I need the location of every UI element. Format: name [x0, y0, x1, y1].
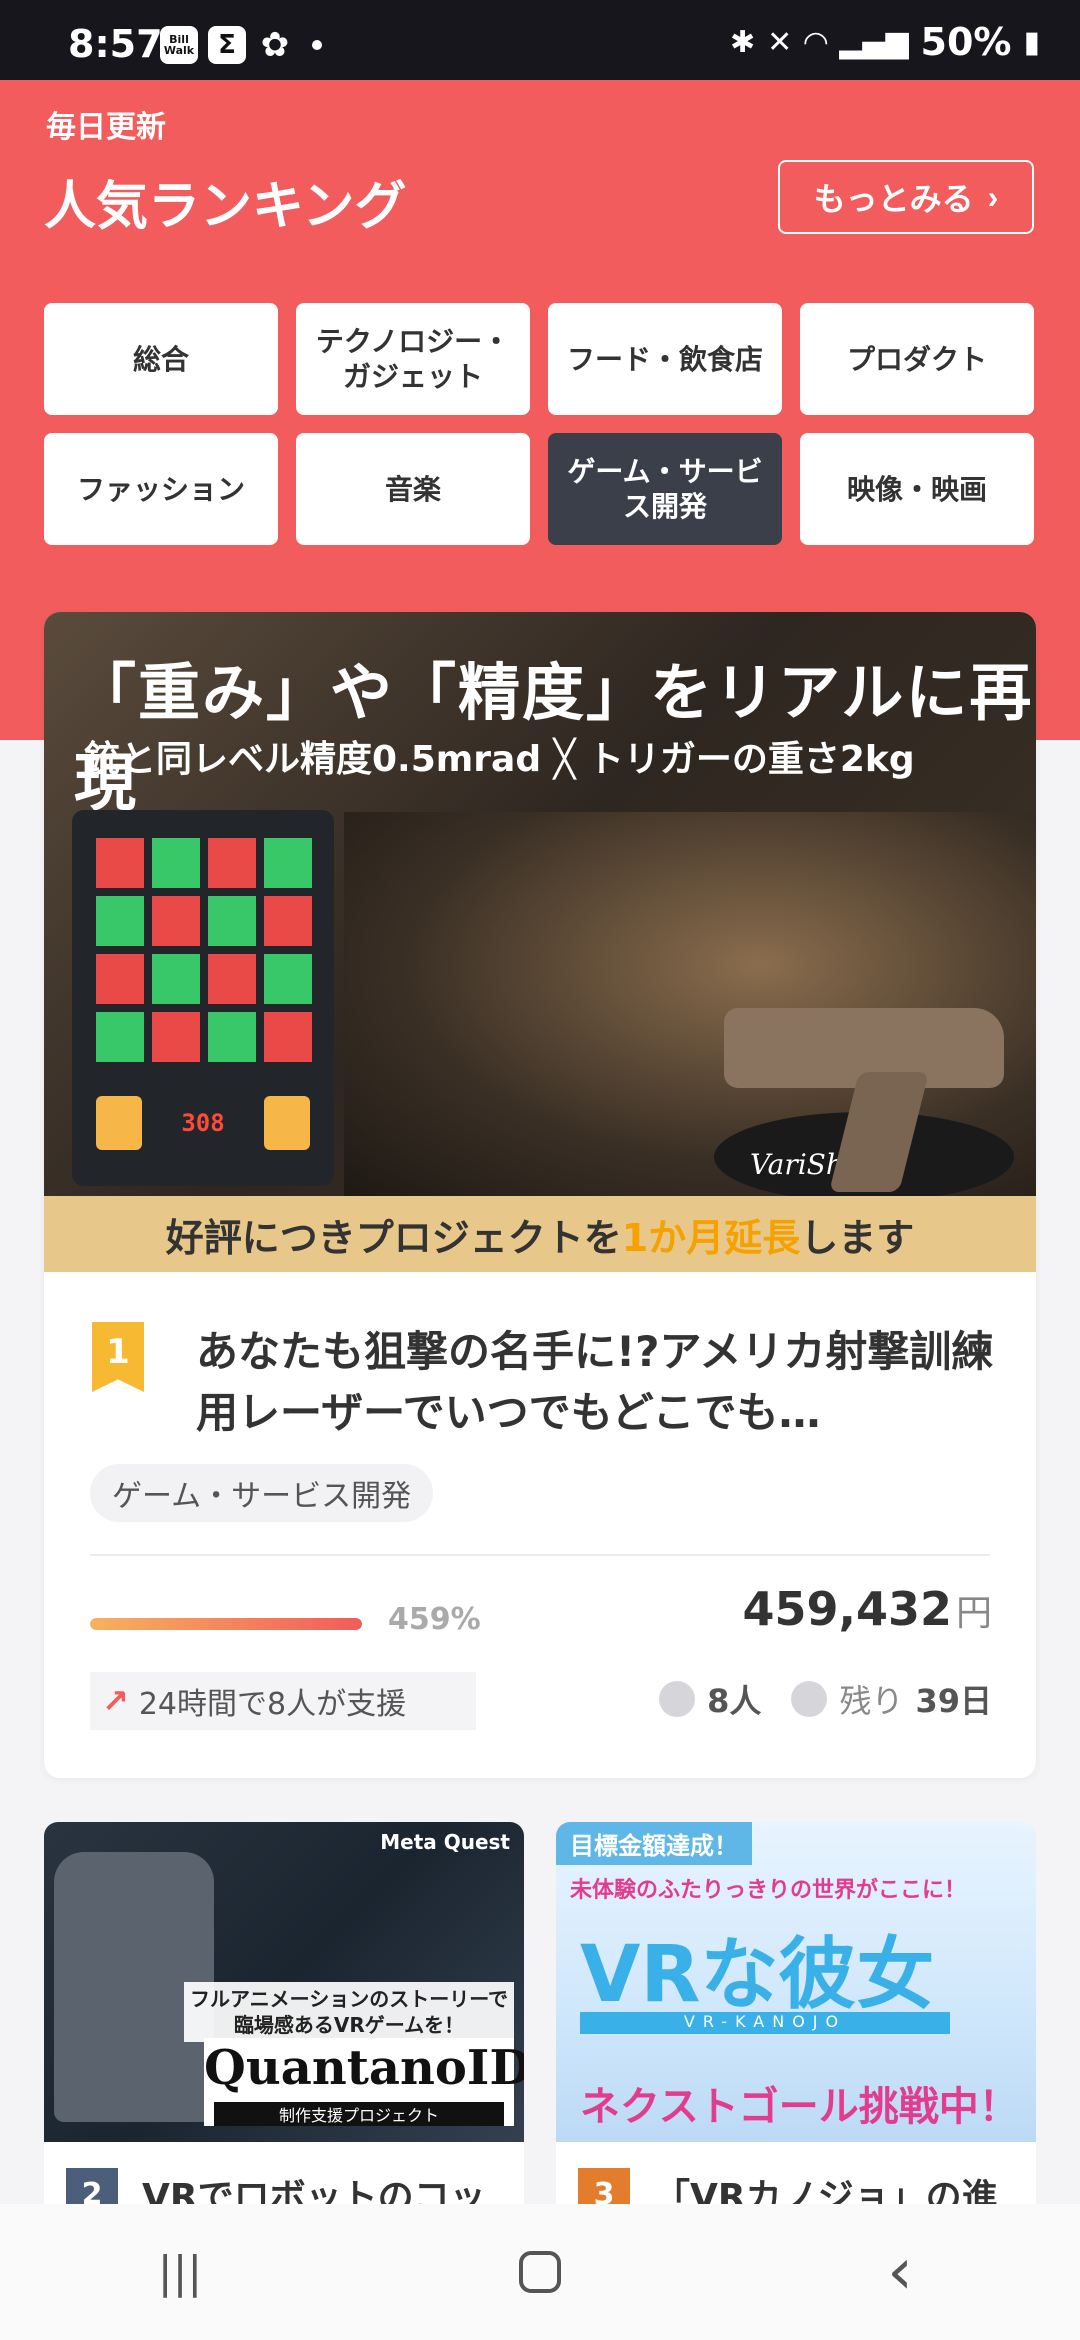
recent-apps-button[interactable]: |||	[120, 2232, 240, 2312]
clock-icon	[791, 1681, 828, 1717]
battery-icon: ▮	[1023, 24, 1040, 60]
category-grid: 総合 テクノロジー・ガジェット フード・飲食店 プロダクト ファッション 音楽 …	[44, 303, 1036, 545]
sigma-app-icon: Σ	[208, 26, 246, 64]
signal-icon: ▂▄▆	[839, 24, 909, 60]
target-tiles	[96, 838, 312, 1062]
status-time: 8:57	[68, 22, 163, 66]
project-card-rank-3[interactable]: 目標金額達成！ 未体験のふたりっきりの世界がここに！ VRな彼女 VR-KANO…	[556, 1822, 1036, 2262]
rank-badge: 1	[92, 1322, 144, 1392]
status-bar: 8:57 Bill Walk Σ ✿ ✱ ✕ ◠ ▂▄▆ 50% ▮	[0, 0, 1080, 80]
system-nav-bar: ||| ‹	[0, 2204, 1080, 2340]
divider	[90, 1554, 990, 1556]
goal-achieved-badge: 目標金額達成！	[556, 1822, 752, 1865]
project-image-rank-3[interactable]: 目標金額達成！ 未体験のふたりっきりの世界がここに！ VRな彼女 VR-KANO…	[556, 1822, 1036, 2142]
category-music[interactable]: 音楽	[296, 433, 530, 545]
recent-support-text: 24時間で8人が支援	[138, 1687, 407, 1722]
featured-project-image[interactable]: 「重み」や「精度」をリアルに再現 銃と同レベル精度0.5mrad ╳ トリガーの…	[44, 612, 1036, 1272]
page-title: 人気ランキング	[44, 177, 407, 237]
category-fashion[interactable]: ファッション	[44, 433, 278, 545]
funding-progress-fill	[90, 1618, 362, 1630]
bill-walk-app-icon: Bill Walk	[160, 26, 198, 64]
remaining-label: 残り	[839, 1682, 904, 1720]
banner-specs: 銃と同レベル精度0.5mrad ╳ トリガーの重さ2kg	[84, 739, 915, 780]
image-copy: フルアニメーションのストーリーで臨場感あるVRゲームを！	[184, 1982, 514, 2042]
status-app-icons: Bill Walk Σ ✿	[160, 26, 322, 64]
image-copy: 未体験のふたりっきりの世界がここに！	[570, 1878, 967, 1903]
remaining-days: 39日	[915, 1682, 992, 1720]
supporter-count: 8人	[707, 1682, 762, 1720]
score-display: 308	[181, 1109, 225, 1137]
wifi-icon: ◠	[804, 24, 828, 60]
recent-apps-icon: |||	[157, 2246, 203, 2298]
funding-percent: 459%	[388, 1602, 481, 1637]
notification-dot-icon	[312, 40, 322, 50]
meta-quest-badge: Meta Quest	[380, 1830, 510, 1854]
home-button[interactable]	[480, 2232, 600, 2312]
featured-project-card[interactable]: 「重み」や「精度」をリアルに再現 銃と同レベル精度0.5mrad ╳ トリガーの…	[44, 612, 1036, 1778]
image-title: VRな彼女	[580, 1930, 935, 2020]
category-video-film[interactable]: 映像・映画	[800, 433, 1034, 545]
target-board-image: 308	[72, 810, 334, 1186]
project-stats: 8人 残り 39日	[659, 1676, 992, 1722]
fan-app-icon: ✿	[260, 25, 290, 65]
trending-up-icon: ↗	[102, 1682, 129, 1720]
see-more-label: もっとみる	[813, 181, 974, 217]
funding-amount: 459,432 円	[742, 1582, 992, 1636]
battery-percent: 50%	[920, 20, 1012, 64]
project-image-rank-2[interactable]: Meta Quest フルアニメーションのストーリーで臨場感あるVRゲームを！ …	[44, 1822, 524, 2142]
recent-support-box: ↗ 24時間で8人が支援	[90, 1672, 476, 1730]
status-indicators: ✱ ✕ ◠ ▂▄▆ 50% ▮	[730, 20, 1040, 64]
see-more-button[interactable]: もっとみる ›	[778, 160, 1034, 234]
project-card-rank-2[interactable]: Meta Quest フルアニメーションのストーリーで臨場感あるVRゲームを！ …	[44, 1822, 524, 2262]
banner-footer: 好評につきプロジェクトを 1か月延長 します	[44, 1196, 1036, 1272]
mute-icon: ✕	[767, 24, 793, 60]
home-icon	[519, 2251, 561, 2293]
category-game-service[interactable]: ゲーム・サービス開発	[548, 433, 782, 545]
image-band: VR-KANOJO	[580, 2012, 950, 2034]
category-food-restaurant[interactable]: フード・飲食店	[548, 303, 782, 415]
back-icon: ‹	[887, 2235, 913, 2309]
person-icon	[659, 1681, 696, 1717]
category-technology-gadget[interactable]: テクノロジー・ガジェット	[296, 303, 530, 415]
daily-update-label: 毎日更新	[46, 110, 166, 145]
category-overall[interactable]: 総合	[44, 303, 278, 415]
project-title[interactable]: あなたも狙撃の名手に!?アメリカ射撃訓練用レーザーでいつでもどこでも…	[196, 1322, 996, 1444]
image-subtitle: 制作支援プロジェクト	[214, 2102, 504, 2126]
next-goal-text: ネクストゴール挑戦中！	[580, 2084, 1019, 2130]
category-product[interactable]: プロダクト	[800, 303, 1034, 415]
score-panel: 308	[96, 1096, 310, 1150]
category-tag: ゲーム・サービス開発	[90, 1464, 434, 1522]
chevron-right-icon: ›	[987, 178, 999, 215]
funding-progress-bar	[90, 1618, 362, 1630]
back-button[interactable]: ‹	[840, 2232, 960, 2312]
bluetooth-icon: ✱	[729, 24, 756, 60]
